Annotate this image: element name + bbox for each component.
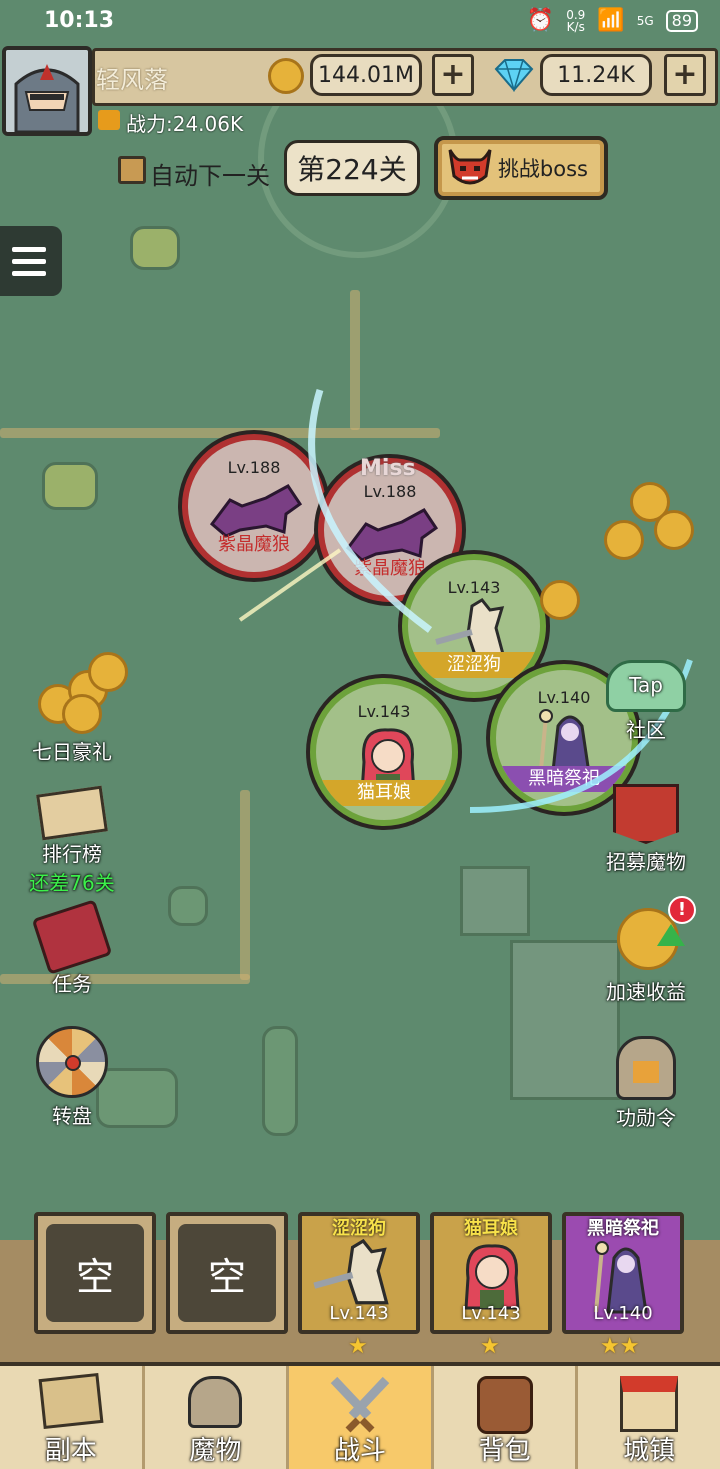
merit-order-label: 功勋令 — [616, 1106, 676, 1130]
scroll-icon — [36, 785, 108, 841]
hamburger-menu-button[interactable] — [0, 226, 62, 296]
knight-helmet-icon — [6, 50, 88, 132]
gem-amount: 11.24K — [540, 54, 652, 96]
battery-icon: 89 — [665, 9, 698, 32]
slot-star-rating: ★★ — [600, 1334, 640, 1359]
power-icon — [98, 110, 120, 130]
alarm-icon: ⏰ — [526, 8, 555, 33]
map-road — [240, 790, 250, 980]
team-slot-monster[interactable]: 涩涩狗 Lv.143 — [298, 1212, 420, 1334]
signal-label: 5G — [636, 13, 654, 28]
nav-town[interactable]: 城镇 — [578, 1366, 720, 1469]
community-button[interactable]: Tap 社区 — [596, 660, 696, 743]
status-bar: 10:13 ⏰ 0.9 K/s 📶 5G 89 — [0, 0, 720, 44]
wifi-icon: 📶 — [597, 8, 625, 33]
cat-girl-icon — [464, 1244, 520, 1310]
empty-slot-label: 空 — [46, 1224, 144, 1322]
slot-monster-level: Lv.143 — [461, 1303, 521, 1324]
player-avatar[interactable] — [2, 46, 92, 136]
slot-monster-name: 涩涩狗 — [332, 1218, 386, 1239]
gold-coins-icon — [32, 650, 128, 734]
ranking-button[interactable]: 排行榜 还差76关 — [22, 785, 122, 896]
nav-monsters-label: 魔物 — [189, 1436, 242, 1466]
empty-slot-label: 空 — [178, 1224, 276, 1322]
challenge-boss-label: 挑战boss — [497, 157, 588, 181]
map-tree — [168, 886, 208, 926]
book-icon — [31, 899, 113, 975]
tasks-button[interactable]: 任务 — [22, 899, 122, 997]
banner-helmet-icon — [613, 784, 679, 844]
nav-dungeon-label: 副本 — [44, 1436, 97, 1466]
nav-battle-label: 战斗 — [333, 1436, 386, 1466]
helmet-icon — [188, 1376, 243, 1428]
map-tree — [42, 462, 98, 510]
bottom-nav: 副本 魔物 战斗 背包 城镇 — [0, 1362, 720, 1469]
map-compass-icon — [38, 1373, 104, 1429]
team-slot-empty[interactable]: 空 — [34, 1212, 156, 1334]
community-label: 社区 — [626, 718, 666, 742]
gold-amount: 144.01M — [310, 54, 422, 96]
speedup-income-label: 加速收益 — [606, 980, 686, 1004]
coin-drop-icon — [604, 520, 644, 560]
map-tree — [130, 226, 180, 270]
nav-dungeon[interactable]: 副本 — [0, 1366, 145, 1469]
add-gem-button[interactable]: + — [664, 54, 706, 96]
shop-building-icon — [620, 1376, 679, 1432]
clock: 10:13 — [44, 8, 115, 33]
merit-order-button[interactable]: 功勋令 — [596, 1036, 696, 1131]
nav-backpack-label: 背包 — [478, 1436, 531, 1466]
ally-level: Lv.143 — [357, 702, 411, 721]
team-slot-monster[interactable]: 黑暗祭祀 Lv.140 — [562, 1212, 684, 1334]
slot-monster-name: 黑暗祭祀 — [587, 1218, 659, 1239]
gold-coin-icon — [268, 58, 304, 94]
status-icons: ⏰ 0.9 K/s 📶 5G 89 — [527, 8, 698, 33]
wheel-label: 转盘 — [52, 1104, 92, 1128]
auto-next-label: 自动下一关 — [150, 162, 270, 190]
auto-next-checkbox[interactable] — [118, 156, 146, 184]
wolf-dog-warrior-icon — [313, 1238, 389, 1305]
slot-star-rating: ★ — [348, 1334, 368, 1359]
ranking-label: 排行榜 — [42, 842, 102, 866]
ranking-gap: 还差76关 — [29, 871, 115, 895]
coin-drop-icon — [654, 510, 694, 550]
map-building — [460, 866, 530, 936]
map-tree — [262, 1026, 298, 1136]
seven-day-gift-button[interactable]: 七日豪礼 — [22, 650, 128, 765]
slash-effect — [238, 388, 433, 633]
ally-name: 猫耳娘 — [316, 780, 452, 806]
nav-backpack[interactable]: 背包 — [434, 1366, 579, 1469]
slot-monster-level: Lv.143 — [329, 1303, 389, 1324]
boss-demon-icon — [448, 149, 492, 185]
roulette-wheel-icon — [36, 1026, 108, 1098]
diamond-icon — [494, 59, 534, 92]
nav-town-label: 城镇 — [623, 1436, 676, 1466]
current-stage-button[interactable]: 第224关 — [284, 140, 420, 196]
combat-power: 战力:24.06K — [126, 112, 244, 136]
recruit-button[interactable]: 招募魔物 — [596, 784, 696, 875]
seven-day-gift-label: 七日豪礼 — [32, 740, 112, 764]
nav-monsters[interactable]: 魔物 — [145, 1366, 290, 1469]
menu-line-icon — [12, 246, 46, 252]
gladiator-helmet-icon — [616, 1036, 676, 1100]
slot-monster-name: 猫耳娘 — [464, 1218, 518, 1239]
coin-drop-icon — [540, 580, 580, 620]
slot-monster-level: Lv.140 — [593, 1303, 653, 1324]
wheel-button[interactable]: 转盘 — [22, 1026, 122, 1129]
tasks-label: 任务 — [52, 972, 92, 996]
player-name: 轻风落 — [96, 66, 168, 94]
nav-battle[interactable]: 战斗 — [289, 1366, 434, 1469]
ally-monster[interactable]: Lv.143 猫耳娘 — [310, 678, 458, 826]
team-slot-monster[interactable]: 猫耳娘 Lv.143 — [430, 1212, 552, 1334]
add-gold-button[interactable]: + — [432, 54, 474, 96]
tap-cloud-icon: Tap — [606, 660, 686, 712]
notification-badge: ! — [668, 896, 696, 924]
net-speed: 0.9 K/s — [566, 7, 586, 34]
crossed-swords-icon — [330, 1376, 390, 1433]
recruit-label: 招募魔物 — [606, 850, 686, 874]
backpack-icon — [476, 1376, 533, 1434]
team-slot-empty[interactable]: 空 — [166, 1212, 288, 1334]
slot-star-rating: ★ — [480, 1334, 500, 1359]
